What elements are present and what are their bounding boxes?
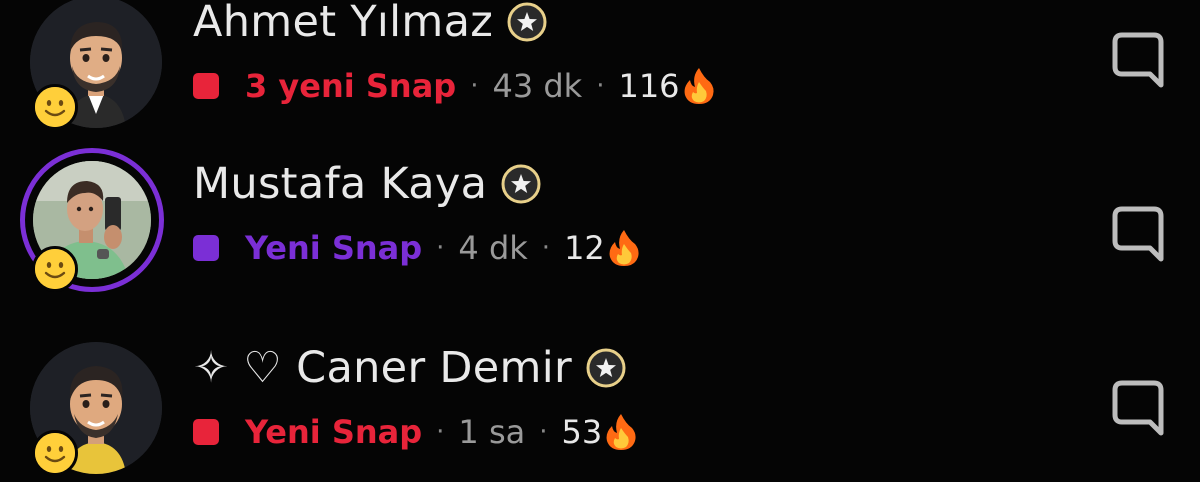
time-ago: 43 dk — [492, 67, 583, 105]
star-badge-icon — [501, 164, 541, 204]
separator: · — [596, 71, 605, 101]
snap-status-icon — [193, 73, 219, 99]
separator: · — [541, 233, 551, 263]
avatar[interactable] — [20, 332, 170, 482]
chat-meta: 3 yeni Snap · 43 dk · 116 — [193, 64, 716, 108]
name-prefix-symbols: ✧ ♡ — [193, 343, 283, 393]
chat-name: Mustafa Kaya — [193, 156, 541, 212]
chat-name-text: Caner Demir — [296, 343, 572, 393]
chat-name: ✧ ♡ Caner Demir — [193, 340, 626, 396]
separator: · — [470, 71, 479, 101]
smiley-icon — [32, 84, 78, 130]
streak-count: 53 — [561, 413, 603, 451]
avatar[interactable] — [20, 0, 170, 136]
streak-count: 12 — [564, 229, 605, 267]
chat-meta: Yeni Snap · 1 sa · 53 — [193, 410, 638, 454]
smiley-icon — [32, 430, 78, 476]
smiley-icon — [32, 246, 78, 292]
separator: · — [539, 417, 548, 447]
chat-icon[interactable] — [1110, 204, 1166, 264]
chat-row[interactable]: ✧ ♡ Caner Demir Yeni Snap · 1 sa · 53 — [0, 332, 1200, 482]
star-badge-icon — [586, 348, 626, 388]
chat-icon[interactable] — [1110, 378, 1166, 438]
streak-count: 116 — [618, 67, 680, 105]
chat-meta: Yeni Snap · 4 dk · 12 — [193, 226, 641, 270]
fire-icon — [607, 228, 641, 268]
separator: · — [436, 233, 445, 263]
star-badge-icon — [507, 2, 547, 42]
chat-name-text: Ahmet Yılmaz — [193, 0, 494, 47]
time-ago: 1 sa — [458, 413, 526, 451]
chat-icon[interactable] — [1110, 30, 1166, 90]
separator: · — [436, 417, 445, 447]
snap-status-icon — [193, 235, 219, 261]
chat-name: Ahmet Yılmaz — [193, 0, 547, 50]
fire-icon — [604, 412, 638, 452]
snap-label: Yeni Snap — [245, 413, 423, 451]
avatar[interactable] — [20, 148, 170, 298]
snap-status-icon — [193, 419, 219, 445]
time-ago: 4 dk — [458, 229, 528, 267]
snap-label: Yeni Snap — [245, 229, 423, 267]
snap-label: 3 yeni Snap — [245, 67, 457, 105]
fire-icon — [682, 66, 716, 106]
chat-row[interactable]: Mustafa Kaya Yeni Snap · 4 dk · 12 — [0, 148, 1200, 298]
chat-row[interactable]: Ahmet Yılmaz 3 yeni Snap · 43 dk · 116 — [0, 0, 1200, 136]
chat-name-text: Mustafa Kaya — [193, 159, 488, 209]
